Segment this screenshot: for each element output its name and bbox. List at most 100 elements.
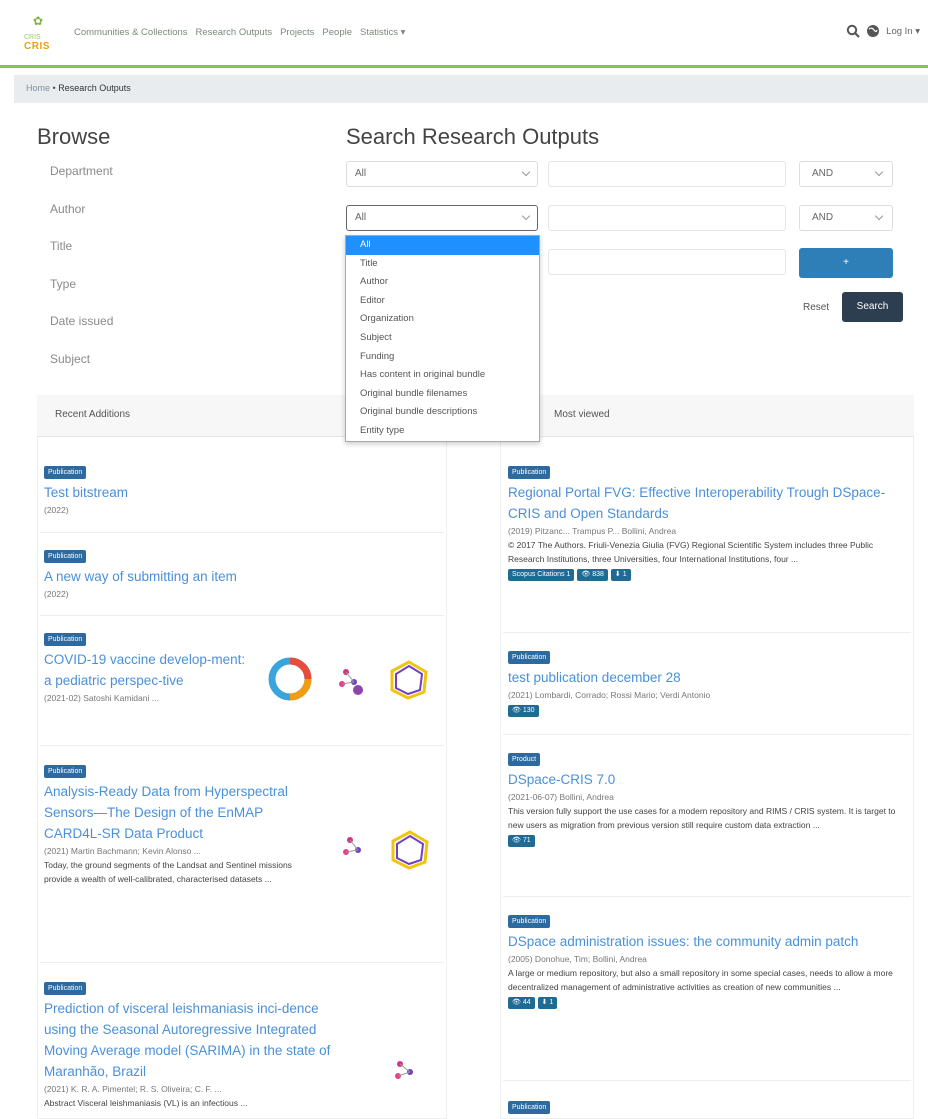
- most-viewed-heading-text: Most viewed: [554, 409, 610, 420]
- item-abstract: A large or medium repository, but also a…: [508, 968, 893, 992]
- divider: [40, 615, 444, 616]
- field-dropdown-list: All Title Author Editor Organization Sub…: [345, 235, 540, 442]
- divider: [503, 632, 911, 633]
- dropdown-option-has-content[interactable]: Has content in original bundle: [346, 366, 539, 385]
- nav-research-outputs[interactable]: Research Outputs: [196, 27, 273, 38]
- item-title-link[interactable]: DSpace-CRIS 7.0: [508, 769, 898, 790]
- item-meta: (2021-06-07) Bollini, Andrea: [508, 792, 614, 802]
- divider: [40, 745, 444, 746]
- type-badge: Product: [508, 753, 541, 766]
- operator-select-1-value: AND: [812, 168, 834, 179]
- dimensions-badge-icon[interactable]: [339, 669, 363, 695]
- search-button[interactable]: Search: [842, 292, 903, 322]
- most-viewed-heading: Most viewed: [500, 395, 914, 437]
- list-item: Publication test publication december 28…: [508, 646, 898, 717]
- item-title-link[interactable]: Test bitstream: [44, 482, 384, 503]
- dropdown-option-editor[interactable]: Editor: [346, 292, 539, 311]
- item-title-link[interactable]: DSpace administration issues: the commun…: [508, 931, 898, 952]
- item-abstract: Abstract Visceral leishmaniasis (VL) is …: [44, 1098, 248, 1108]
- search-icon[interactable]: [846, 24, 860, 38]
- breadcrumb-current: Research Outputs: [58, 83, 131, 93]
- operator-select-2-value: AND: [812, 212, 834, 223]
- site-logo[interactable]: ✿ CRIS CRIS: [24, 14, 54, 54]
- search-input-2[interactable]: [548, 205, 786, 231]
- browse-subject[interactable]: Subject: [50, 352, 113, 390]
- views-badge[interactable]: 👁 71: [508, 835, 535, 847]
- browse-title-link[interactable]: Title: [50, 239, 113, 277]
- dropdown-option-bundle-filenames[interactable]: Original bundle filenames: [346, 385, 539, 404]
- type-badge: Publication: [508, 651, 551, 664]
- item-meta: (2022): [44, 589, 69, 599]
- item-stats: 👁 130: [508, 705, 898, 717]
- list-item: Product DSpace-CRIS 7.0 (2021-06-07) Bol…: [508, 748, 898, 847]
- item-title-link[interactable]: test publication december 28: [508, 667, 898, 688]
- item-meta: (2019) Pitzanc... Trampus P... Bollini, …: [508, 526, 677, 536]
- list-item: Publication COVID-19 vaccine develop-men…: [44, 628, 254, 705]
- item-meta: (2021-02) Satoshi Kamidani ...: [44, 693, 159, 703]
- field-select-2[interactable]: All: [346, 205, 538, 231]
- list-item: Publication Regional Portal FVG: Effecti…: [508, 461, 898, 581]
- add-criteria-button[interactable]: +: [799, 248, 893, 278]
- nav-projects[interactable]: Projects: [280, 27, 314, 38]
- views-badge[interactable]: 👁 44: [508, 997, 535, 1009]
- recent-additions-heading-text: Recent Additions: [55, 409, 131, 420]
- nav-people[interactable]: People: [322, 27, 352, 38]
- list-item: Publication Test bitstream (2022): [44, 461, 384, 517]
- field-select-1[interactable]: All: [346, 161, 538, 187]
- chevron-down-icon: [521, 167, 531, 177]
- list-item: Publication Prediction of visceral leish…: [44, 977, 349, 1110]
- dropdown-option-entity-type[interactable]: Entity type: [346, 422, 539, 441]
- browse-date-issued[interactable]: Date issued: [50, 314, 113, 352]
- item-title-link[interactable]: COVID-19 vaccine develop-ment: a pediatr…: [44, 649, 254, 691]
- views-badge[interactable]: 👁 838: [577, 569, 608, 581]
- plumx-badge-icon[interactable]: [390, 660, 428, 700]
- field-select-1-value: All: [355, 168, 367, 179]
- metrics-widgets: [343, 830, 429, 870]
- plumx-badge-icon[interactable]: [391, 830, 429, 870]
- dropdown-option-title[interactable]: Title: [346, 255, 539, 274]
- header-actions: Log In ▾: [846, 24, 920, 38]
- downloads-badge[interactable]: ⬇ 1: [610, 569, 631, 581]
- item-abstract: This version fully support the use cases…: [508, 806, 896, 830]
- breadcrumb-home[interactable]: Home: [26, 83, 50, 93]
- globe-icon[interactable]: [866, 24, 880, 38]
- item-meta: (2021) Lombardi, Corrado; Rossi Mario; V…: [508, 690, 711, 700]
- main-nav: Communities & Collections Research Outpu…: [74, 27, 405, 38]
- operator-select-1[interactable]: AND: [799, 161, 893, 187]
- dropdown-option-funding[interactable]: Funding: [346, 348, 539, 367]
- item-stats: 👁 71: [508, 835, 898, 847]
- dropdown-option-subject[interactable]: Subject: [346, 329, 539, 348]
- divider: [503, 1080, 911, 1081]
- dimensions-badge-icon[interactable]: [390, 1056, 430, 1086]
- browse-author[interactable]: Author: [50, 202, 113, 240]
- browse-type[interactable]: Type: [50, 277, 113, 315]
- type-badge: Publication: [44, 550, 87, 563]
- field-select-2-value: All: [355, 212, 367, 223]
- browse-department[interactable]: Department: [50, 164, 113, 202]
- item-title-link[interactable]: A new way of submitting an item: [44, 566, 384, 587]
- item-abstract: © 2017 The Authors. Friuli-Venezia Giuli…: [508, 540, 874, 564]
- nav-statistics[interactable]: Statistics ▾: [360, 27, 405, 38]
- type-badge: Publication: [508, 466, 551, 479]
- logo-text-bottom: CRIS: [24, 41, 50, 52]
- dropdown-option-bundle-descriptions[interactable]: Original bundle descriptions: [346, 403, 539, 422]
- chevron-down-icon: [521, 211, 531, 221]
- nav-communities[interactable]: Communities & Collections: [74, 27, 188, 38]
- downloads-badge[interactable]: ⬇ 1: [537, 997, 558, 1009]
- dimensions-badge-icon[interactable]: [343, 837, 361, 855]
- reset-button[interactable]: Reset: [803, 302, 829, 313]
- dropdown-option-all[interactable]: All: [346, 236, 539, 255]
- item-title-link[interactable]: Prediction of visceral leishmaniasis inc…: [44, 998, 349, 1082]
- operator-select-2[interactable]: AND: [799, 205, 893, 231]
- item-title-link[interactable]: Regional Portal FVG: Effective Interoper…: [508, 482, 898, 524]
- chevron-down-icon: [874, 211, 884, 221]
- views-badge[interactable]: 👁 130: [508, 705, 539, 717]
- dropdown-option-author[interactable]: Author: [346, 273, 539, 292]
- search-input-3[interactable]: [548, 249, 786, 275]
- dropdown-option-organization[interactable]: Organization: [346, 310, 539, 329]
- altmetric-donut-icon[interactable]: [268, 657, 312, 701]
- login-menu[interactable]: Log In ▾: [886, 26, 920, 37]
- scopus-citations-badge[interactable]: Scopus Citations 1: [508, 569, 575, 581]
- search-input-1[interactable]: [548, 161, 786, 187]
- item-title-link[interactable]: Analysis-Ready Data from Hyperspectral S…: [44, 781, 304, 844]
